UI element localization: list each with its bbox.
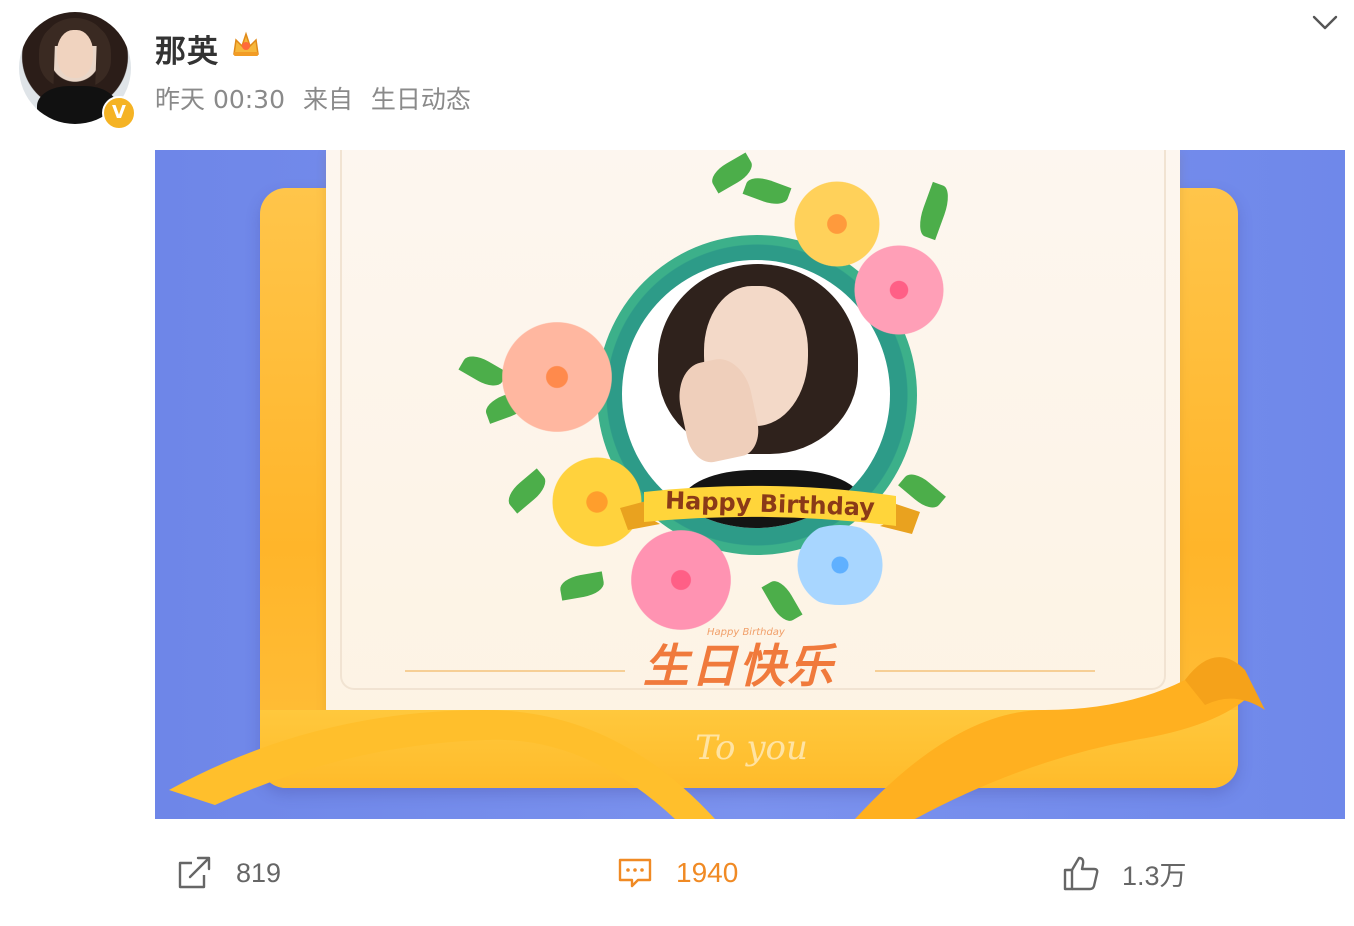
chevron-down-icon[interactable] <box>1310 8 1340 36</box>
avatar-face <box>57 30 93 78</box>
verified-badge-icon: V <box>102 96 136 130</box>
birthday-card-image[interactable]: Happy Birthday Happy Birthday 生日快乐 To yo… <box>155 150 1345 819</box>
post-meta: 昨天 00:30 来自 生日动态 <box>155 80 481 116</box>
thumbs-up-icon <box>1063 856 1099 891</box>
share-icon <box>178 856 211 889</box>
like-button[interactable]: 1.3万 <box>1062 848 1187 898</box>
repost-count: 819 <box>236 857 282 888</box>
post-time[interactable]: 昨天 00:30 <box>155 85 285 114</box>
gold-ribbon-decoration <box>169 657 1265 819</box>
source-prefix: 来自 <box>302 85 353 114</box>
comment-count: 1940 <box>676 857 739 888</box>
username[interactable]: 那英 <box>155 26 219 71</box>
comment-button[interactable]: 1940 <box>616 848 738 898</box>
comment-icon <box>618 858 652 888</box>
like-count: 1.3万 <box>1122 860 1187 891</box>
crown-icon[interactable] <box>230 28 262 60</box>
repost-button[interactable]: 819 <box>176 848 281 898</box>
weibo-post: V 那英 昨天 00:30 来自 生日动态 Happy Birthday Hap… <box>0 0 1354 926</box>
post-source[interactable]: 生日动态 <box>371 85 471 114</box>
